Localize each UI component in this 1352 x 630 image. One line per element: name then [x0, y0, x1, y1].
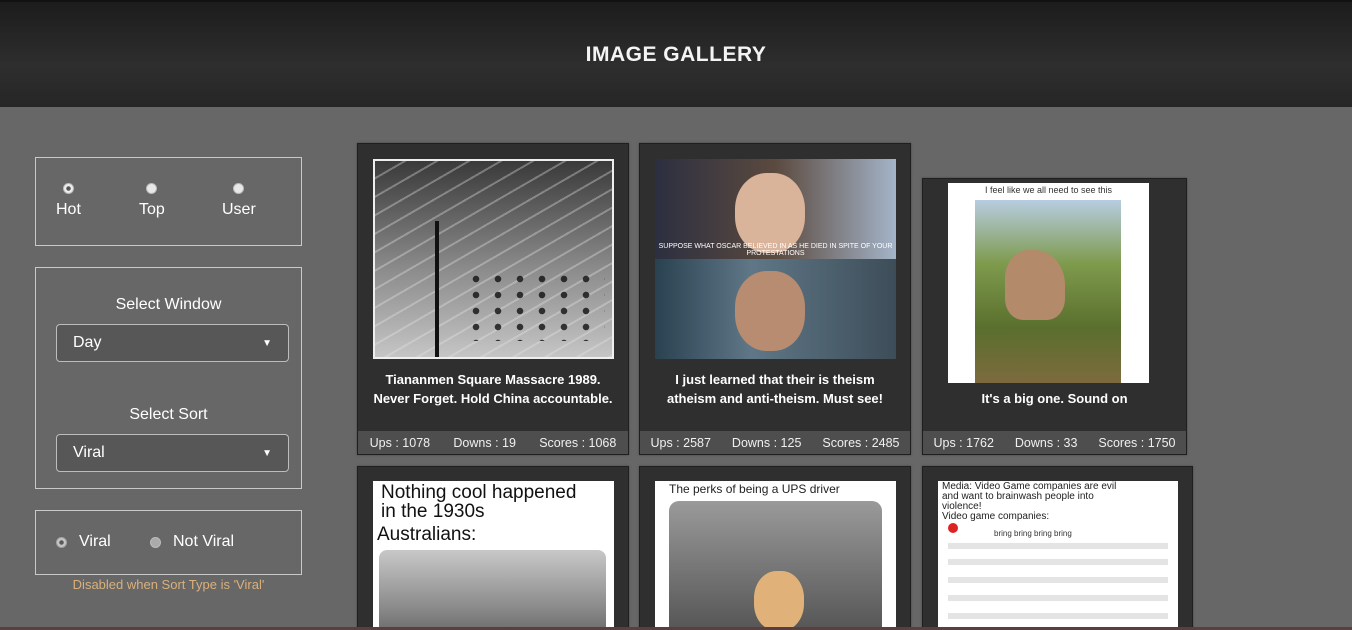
thumbnail-text-line: in the 1930s	[381, 501, 485, 522]
gallery-card[interactable]: I feel like we all need to see this It's…	[922, 178, 1187, 455]
card-stats: Ups : 1078 Downs : 19 Scores : 1068	[358, 431, 628, 454]
window-select-value: Day	[73, 334, 102, 351]
thumbnail-detail	[735, 173, 805, 253]
sort-select[interactable]: Viral ▼	[56, 434, 289, 472]
downs-count: Downs : 125	[731, 435, 802, 450]
sort-select-value: Viral	[73, 444, 105, 461]
thumbnail-text-line: Nothing cool happened	[381, 482, 577, 503]
card-thumbnail[interactable]	[373, 159, 614, 359]
ups-count: Ups : 1078	[369, 435, 431, 450]
radio-top[interactable]: Top	[139, 183, 165, 219]
radio-viral[interactable]: Viral	[56, 533, 111, 551]
radio-not-viral[interactable]: Not Viral	[150, 533, 234, 551]
card-title: It's a big one. Sound on	[927, 389, 1182, 408]
radio-top-dot[interactable]	[146, 183, 158, 194]
score-count: Scores : 1068	[539, 435, 617, 450]
thumbnail-detail	[948, 595, 1168, 601]
thumbnail-panel-bottom	[655, 259, 896, 359]
radio-hot-dot[interactable]	[62, 183, 74, 194]
card-title-line: Tiananmen Square Massacre 1989.	[385, 372, 601, 387]
thumbnail-text-line: Australians:	[377, 524, 477, 545]
radio-not-viral-label: Not Viral	[173, 533, 235, 550]
card-thumbnail[interactable]: Nothing cool happened in the 1930s Austr…	[373, 481, 614, 630]
thumbnail-text: Media: Video Game companies are evil and…	[942, 482, 1172, 522]
radio-user[interactable]: User	[222, 183, 256, 219]
thumbnail-text-line: Video game companies:	[942, 511, 1050, 522]
filter-panel: Select Window Day ▼ Select Sort Viral ▼	[35, 267, 302, 489]
ups-count: Ups : 2587	[650, 435, 711, 450]
thumbnail-detail	[948, 577, 1168, 583]
card-title: I just learned that their is theism athe…	[644, 370, 906, 408]
thumbnail-caption: SUPPOSE WHAT OSCAR BELIEVED IN AS HE DIE…	[658, 243, 893, 257]
card-thumbnail[interactable]: I feel like we all need to see this	[948, 183, 1149, 383]
card-title-line: Never Forget. Hold China accountable.	[373, 391, 613, 406]
thumbnail-photo	[669, 501, 882, 630]
card-title-line: I just learned that their is theism	[675, 372, 875, 387]
thumbnail-detail	[435, 221, 439, 357]
thumbnail-photo	[379, 550, 606, 630]
card-thumbnail[interactable]: Media: Video Game companies are evil and…	[938, 481, 1178, 630]
window-select[interactable]: Day ▼	[56, 324, 289, 362]
thumbnail-text: Nothing cool happened in the 1930s Austr…	[377, 482, 577, 544]
select-window-label: Select Window	[115, 296, 222, 313]
gallery-card[interactable]: Tiananmen Square Massacre 1989. Never Fo…	[357, 143, 629, 455]
gallery-card[interactable]: SUPPOSE WHAT OSCAR BELIEVED IN AS HE DIE…	[639, 143, 911, 455]
thumbnail-caption: I feel like we all need to see this	[984, 185, 1113, 195]
card-thumbnail[interactable]: SUPPOSE WHAT OSCAR BELIEVED IN AS HE DIE…	[655, 159, 896, 359]
gallery-card[interactable]: Media: Video Game companies are evil and…	[922, 466, 1193, 630]
thumbnail-text: The perks of being a UPS driver	[669, 482, 840, 496]
section-radio-group: Hot Top User	[35, 157, 302, 246]
thumbnail-detail	[1005, 250, 1065, 320]
radio-viral-dot[interactable]	[56, 536, 67, 548]
downs-count: Downs : 19	[453, 435, 516, 450]
dropdown-arrow-icon: ▼	[262, 447, 272, 459]
card-stats: Ups : 1762 Downs : 33 Scores : 1750	[923, 431, 1186, 454]
radio-top-label: Top	[139, 201, 165, 218]
card-stats: Ups : 2587 Downs : 125 Scores : 2485	[640, 431, 910, 454]
thumbnail-photo	[975, 200, 1121, 383]
downs-count: Downs : 33	[1014, 435, 1078, 450]
card-title: Tiananmen Square Massacre 1989. Never Fo…	[362, 370, 624, 408]
gallery-card[interactable]: The perks of being a UPS driver	[639, 466, 911, 630]
ups-count: Ups : 1762	[933, 435, 994, 450]
radio-user-dot[interactable]	[233, 183, 245, 194]
page-header: IMAGE GALLERY	[0, 0, 1352, 107]
dropdown-arrow-icon: ▼	[262, 337, 272, 349]
thumbnail-detail	[735, 271, 805, 351]
card-thumbnail[interactable]: The perks of being a UPS driver	[655, 481, 896, 630]
thumbnail-detail	[754, 571, 804, 630]
thumbnail-detail	[948, 523, 958, 533]
thumbnail-detail	[465, 271, 605, 341]
select-sort-label: Select Sort	[129, 406, 208, 423]
radio-not-viral-dot[interactable]	[150, 536, 161, 548]
thumbnail-detail	[948, 613, 1168, 619]
gallery-card[interactable]: Nothing cool happened in the 1930s Austr…	[357, 466, 629, 630]
thumbnail-detail	[948, 543, 1168, 549]
radio-hot[interactable]: Hot	[56, 183, 81, 219]
score-count: Scores : 1750	[1098, 435, 1176, 450]
card-title-line: It's a big one. Sound on	[981, 391, 1128, 406]
page-title: IMAGE GALLERY	[585, 43, 767, 66]
thumbnail-detail	[948, 559, 1168, 565]
card-title-line: atheism and anti-theism. Must see!	[667, 391, 883, 406]
radio-viral-label: Viral	[79, 533, 111, 550]
viral-radio-group: Viral Not Viral	[35, 510, 302, 575]
radio-hot-label: Hot	[56, 201, 81, 218]
viral-disabled-hint: Disabled when Sort Type is 'Viral'	[72, 577, 265, 592]
score-count: Scores : 2485	[822, 435, 900, 450]
thumbnail-panel-top: SUPPOSE WHAT OSCAR BELIEVED IN AS HE DIE…	[655, 159, 896, 259]
radio-user-label: User	[222, 201, 256, 218]
thumbnail-tweet-text: bring bring bring bring	[994, 529, 1072, 538]
